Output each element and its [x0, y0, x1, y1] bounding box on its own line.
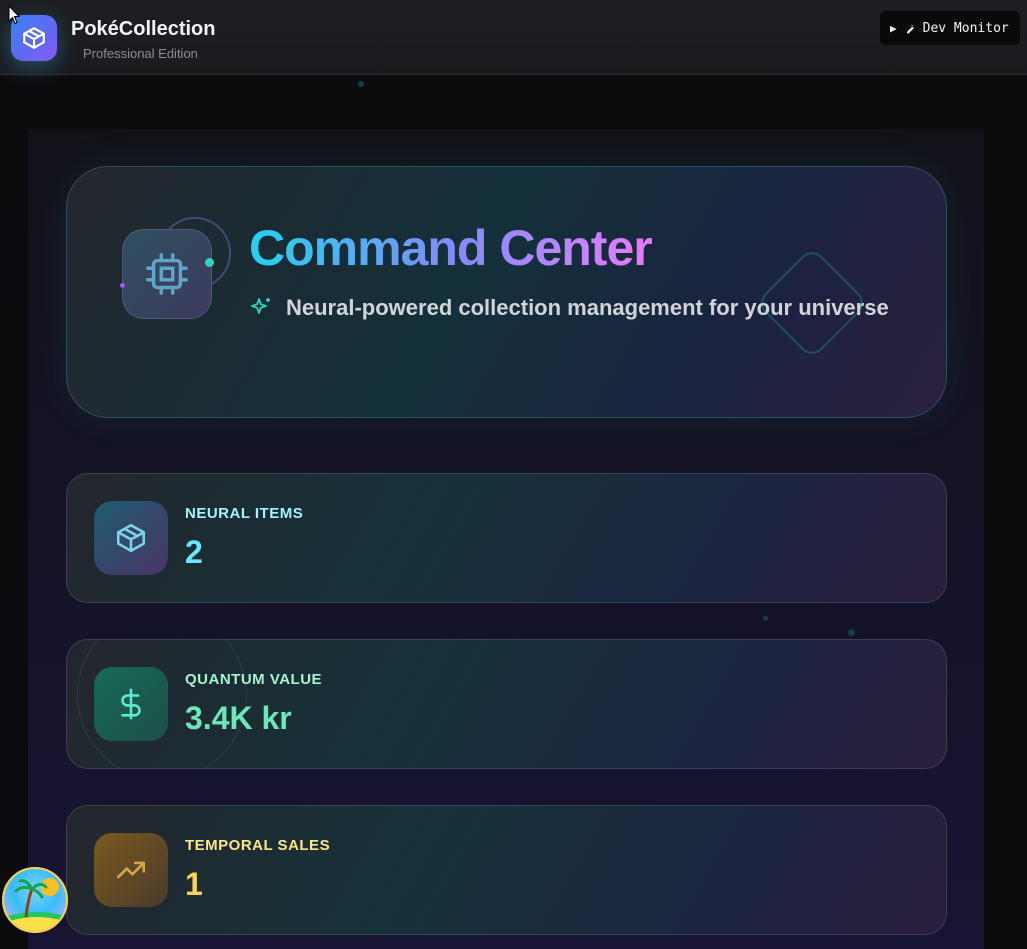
stat-icon-box — [94, 501, 168, 575]
decorative-dot — [205, 258, 214, 267]
stat-card-neural-items[interactable]: NEURAL ITEMS 2 — [66, 473, 947, 603]
package-icon — [23, 27, 45, 49]
stat-card-temporal-sales[interactable]: TEMPORAL SALES 1 — [66, 805, 947, 935]
stat-icon-box — [94, 667, 168, 741]
stat-label: NEURAL ITEMS — [185, 505, 304, 522]
package-icon — [116, 523, 146, 553]
top-bar: PokéCollection Professional Edition ▶ De… — [0, 0, 1027, 75]
background-particle — [358, 81, 364, 87]
cpu-icon — [146, 253, 188, 295]
decorative-dot — [120, 283, 125, 288]
wrench-icon — [906, 24, 915, 34]
trending-up-icon — [116, 861, 146, 879]
stat-value: 1 — [185, 866, 203, 902]
dev-monitor-button[interactable]: ▶ Dev Monitor — [880, 11, 1020, 45]
stat-value: 3.4K kr — [185, 700, 292, 736]
brand-subtitle: Professional Edition — [83, 46, 198, 61]
background-particle — [763, 616, 768, 621]
mouse-cursor-icon — [8, 5, 20, 25]
decorative-diamond — [755, 246, 869, 360]
hero-icon-box — [122, 229, 212, 319]
dev-monitor-label: Dev Monitor — [922, 20, 1009, 36]
stat-value: 2 — [185, 534, 203, 570]
stat-label: TEMPORAL SALES — [185, 837, 331, 854]
dollar-icon — [121, 688, 141, 720]
stat-card-quantum-value[interactable]: QUANTUM VALUE 3.4K kr — [66, 639, 947, 769]
sparkles-icon — [251, 298, 270, 314]
hero-title: Command Center — [249, 220, 653, 276]
background-particle — [848, 629, 855, 636]
stat-label: QUANTUM VALUE — [185, 671, 323, 688]
hero-card: Command Center Neural-powered collection… — [66, 166, 947, 418]
stat-icon-box — [94, 833, 168, 907]
brand-name: PokéCollection — [71, 18, 216, 40]
avatar[interactable] — [2, 867, 68, 933]
play-icon: ▶ — [890, 21, 897, 35]
